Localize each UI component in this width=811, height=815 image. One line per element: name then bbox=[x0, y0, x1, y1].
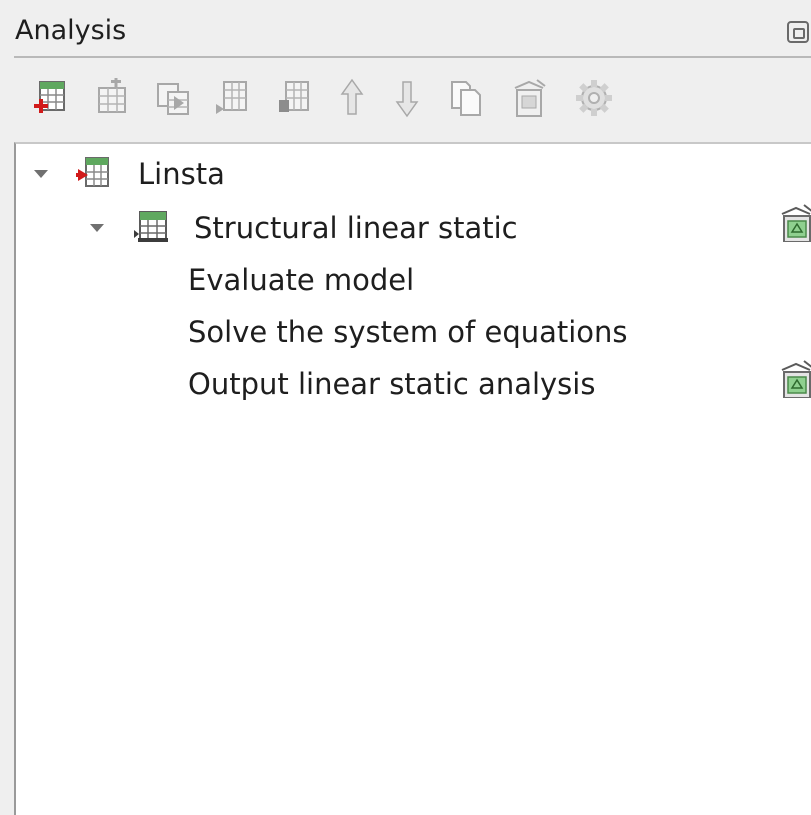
tree-item-structural-linear-static[interactable]: Structural linear static bbox=[16, 204, 811, 252]
tree-item-label: Solve the system of equations bbox=[188, 315, 628, 349]
tree-item-linsta[interactable]: Linsta bbox=[16, 150, 811, 198]
expand-arrow-icon[interactable] bbox=[34, 170, 48, 178]
panel-title: Analysis bbox=[15, 15, 127, 46]
trash-icon[interactable] bbox=[780, 204, 811, 242]
insert-step-button[interactable] bbox=[154, 78, 190, 118]
arrow-up-icon bbox=[340, 78, 364, 115]
gear-icon bbox=[576, 80, 612, 116]
add-child-button[interactable] bbox=[214, 78, 250, 118]
copy-icon bbox=[451, 81, 481, 116]
analysis-step-table-icon bbox=[134, 211, 168, 242]
table-child-icon bbox=[216, 81, 247, 114]
copy-button[interactable] bbox=[448, 78, 484, 118]
add-analysis-step-button[interactable] bbox=[93, 77, 129, 118]
table-insert-icon bbox=[157, 83, 189, 115]
tree-item-label: Output linear static analysis bbox=[188, 367, 596, 401]
analysis-red-table-icon bbox=[76, 157, 109, 187]
add-analysis-button[interactable] bbox=[32, 78, 68, 118]
tree-item-evaluate-model[interactable]: Evaluate model bbox=[16, 256, 811, 304]
tree-item-label: Linsta bbox=[138, 157, 225, 191]
trash-icon bbox=[514, 79, 546, 117]
table-add-step-icon bbox=[98, 77, 126, 113]
move-down-button[interactable] bbox=[389, 78, 425, 118]
trash-icon[interactable] bbox=[780, 360, 811, 398]
delete-button[interactable] bbox=[511, 78, 547, 118]
analysis-toolbar bbox=[14, 58, 811, 142]
table-add-red-icon bbox=[34, 81, 65, 113]
move-up-button[interactable] bbox=[334, 78, 370, 118]
analysis-panel: Analysis Linsta Structural linear static… bbox=[0, 0, 811, 815]
settings-button[interactable] bbox=[574, 78, 612, 118]
tree-item-output-linear-static[interactable]: Output linear static analysis bbox=[16, 360, 811, 408]
tree-item-solve-system[interactable]: Solve the system of equations bbox=[16, 308, 811, 356]
expand-arrow-icon[interactable] bbox=[90, 224, 104, 232]
float-window-icon[interactable] bbox=[787, 21, 809, 43]
arrow-down-icon bbox=[395, 81, 419, 118]
tree-item-label: Structural linear static bbox=[194, 211, 518, 245]
panel-title-bar: Analysis bbox=[0, 0, 811, 57]
tree-item-label: Evaluate model bbox=[188, 263, 415, 297]
table-sibling-icon bbox=[279, 81, 309, 112]
add-sibling-button[interactable] bbox=[276, 78, 312, 118]
analysis-tree[interactable]: Linsta Structural linear static Evaluate… bbox=[14, 142, 811, 815]
